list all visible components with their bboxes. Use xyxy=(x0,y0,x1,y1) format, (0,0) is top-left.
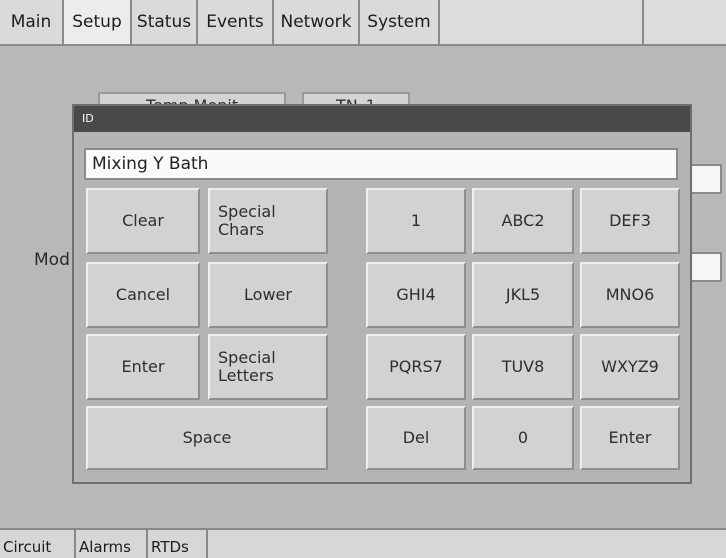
key-abc2[interactable]: ABC2 xyxy=(472,188,574,254)
key-tuv8[interactable]: TUV8 xyxy=(472,334,574,400)
id-keypad-dialog: ID Mixing Y Bath Clear Special Chars Can… xyxy=(72,104,692,484)
background-field-1[interactable] xyxy=(688,164,722,194)
tab-alarms[interactable]: Alarms xyxy=(76,530,148,558)
tab-events[interactable]: Events xyxy=(198,0,274,44)
lower-key[interactable]: Lower xyxy=(208,262,328,328)
tab-setup[interactable]: Setup xyxy=(64,0,132,44)
enter-key-left[interactable]: Enter xyxy=(86,334,200,400)
dialog-title: ID xyxy=(74,106,690,132)
tab-bar-spacer xyxy=(440,0,644,44)
hmi-screen: Main Setup Status Events Network System … xyxy=(0,0,726,558)
special-chars-key[interactable]: Special Chars xyxy=(208,188,328,254)
bottom-tab-bar: Circuit Alarms RTDs xyxy=(0,528,726,558)
tab-status[interactable]: Status xyxy=(132,0,198,44)
key-jkl5[interactable]: JKL5 xyxy=(472,262,574,328)
key-1[interactable]: 1 xyxy=(366,188,466,254)
top-tab-bar: Main Setup Status Events Network System xyxy=(0,0,726,46)
tab-rtds[interactable]: RTDs xyxy=(148,530,208,558)
tab-circuit[interactable]: Circuit xyxy=(0,530,76,558)
key-wxyz9[interactable]: WXYZ9 xyxy=(580,334,680,400)
cancel-key[interactable]: Cancel xyxy=(86,262,200,328)
background-field-2[interactable] xyxy=(688,252,722,282)
tab-network[interactable]: Network xyxy=(274,0,360,44)
background-label: Mod xyxy=(34,250,70,270)
id-text-field[interactable]: Mixing Y Bath xyxy=(84,148,678,180)
key-ghi4[interactable]: GHI4 xyxy=(366,262,466,328)
space-key[interactable]: Space xyxy=(86,406,328,470)
tab-main[interactable]: Main xyxy=(0,0,64,44)
special-letters-key[interactable]: Special Letters xyxy=(208,334,328,400)
key-0[interactable]: 0 xyxy=(472,406,574,470)
key-def3[interactable]: DEF3 xyxy=(580,188,680,254)
delete-key[interactable]: Del xyxy=(366,406,466,470)
key-pqrs7[interactable]: PQRS7 xyxy=(366,334,466,400)
clear-key[interactable]: Clear xyxy=(86,188,200,254)
key-mno6[interactable]: MNO6 xyxy=(580,262,680,328)
tab-bar-end xyxy=(644,0,726,44)
enter-key-right[interactable]: Enter xyxy=(580,406,680,470)
tab-system[interactable]: System xyxy=(360,0,440,44)
